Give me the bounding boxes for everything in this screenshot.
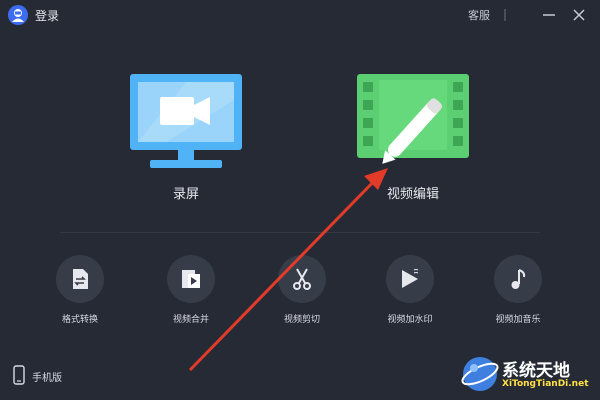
site-watermark: 系统天地 XiTongTianDi.net <box>460 352 590 396</box>
watermark-subtitle: XiTongTianDi.net <box>502 379 589 389</box>
watermark-title: 系统天地 <box>502 361 570 381</box>
globe-logo-icon <box>461 357 499 391</box>
annotation-arrow <box>188 168 388 372</box>
